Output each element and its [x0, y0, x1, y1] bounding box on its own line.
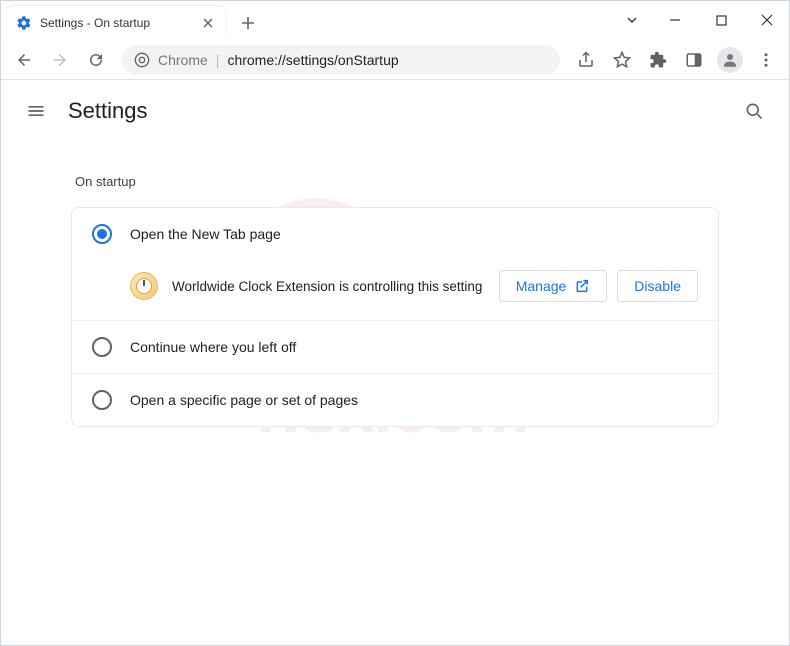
disable-button[interactable]: Disable	[617, 270, 698, 302]
browser-toolbar: Chrome | chrome://settings/onStartup	[0, 40, 790, 80]
reload-button[interactable]	[80, 44, 112, 76]
radio-selected[interactable]	[92, 224, 112, 244]
close-tab-icon[interactable]	[200, 15, 216, 31]
window-controls	[612, 0, 790, 40]
search-icon[interactable]	[742, 99, 766, 123]
manage-label: Manage	[516, 278, 567, 294]
radio-unselected[interactable]	[92, 337, 112, 357]
hamburger-menu-icon[interactable]	[24, 99, 48, 123]
address-bar[interactable]: Chrome | chrome://settings/onStartup	[122, 45, 560, 75]
option-label: Open the New Tab page	[130, 226, 281, 242]
option-label: Open a specific page or set of pages	[130, 392, 358, 408]
option-specific-pages[interactable]: Open a specific page or set of pages	[72, 373, 718, 426]
share-icon[interactable]	[570, 44, 602, 76]
option-continue[interactable]: Continue where you left off	[72, 320, 718, 373]
open-external-icon	[574, 278, 590, 294]
section-title: On startup	[71, 162, 719, 207]
extension-notice: Worldwide Clock Extension is controlling…	[72, 260, 718, 320]
url-prefix: Chrome	[158, 52, 208, 68]
menu-dots-icon[interactable]	[750, 44, 782, 76]
clock-extension-icon	[130, 272, 158, 300]
page-title: Settings	[68, 98, 148, 124]
chrome-icon	[134, 52, 150, 68]
titlebar: Settings - On startup	[0, 0, 790, 40]
gear-icon	[16, 15, 32, 31]
options-card: Open the New Tab page Worldwide Clock Ex…	[71, 207, 719, 427]
maximize-button[interactable]	[698, 4, 744, 36]
on-startup-section: On startup Open the New Tab page Worldwi…	[55, 162, 735, 427]
notice-actions: Manage Disable	[499, 270, 698, 302]
profile-avatar[interactable]	[714, 44, 746, 76]
tab-title: Settings - On startup	[40, 16, 200, 30]
option-new-tab[interactable]: Open the New Tab page	[72, 208, 718, 260]
minimize-button[interactable]	[652, 4, 698, 36]
chevron-down-icon[interactable]	[612, 4, 652, 36]
settings-header: Settings	[0, 80, 790, 142]
option-label: Continue where you left off	[130, 339, 296, 355]
bookmark-star-icon[interactable]	[606, 44, 638, 76]
browser-tab[interactable]: Settings - On startup	[6, 6, 226, 40]
close-window-button[interactable]	[744, 4, 790, 36]
url-path: chrome://settings/onStartup	[227, 52, 398, 68]
url-separator: |	[216, 52, 220, 68]
radio-unselected[interactable]	[92, 390, 112, 410]
forward-button[interactable]	[44, 44, 76, 76]
notice-text: Worldwide Clock Extension is controlling…	[172, 279, 485, 294]
page-content: Settings On startup Open the New Tab pag…	[0, 80, 790, 427]
new-tab-button[interactable]	[234, 9, 262, 37]
manage-button[interactable]: Manage	[499, 270, 608, 302]
disable-label: Disable	[634, 278, 681, 294]
back-button[interactable]	[8, 44, 40, 76]
side-panel-icon[interactable]	[678, 44, 710, 76]
extensions-icon[interactable]	[642, 44, 674, 76]
